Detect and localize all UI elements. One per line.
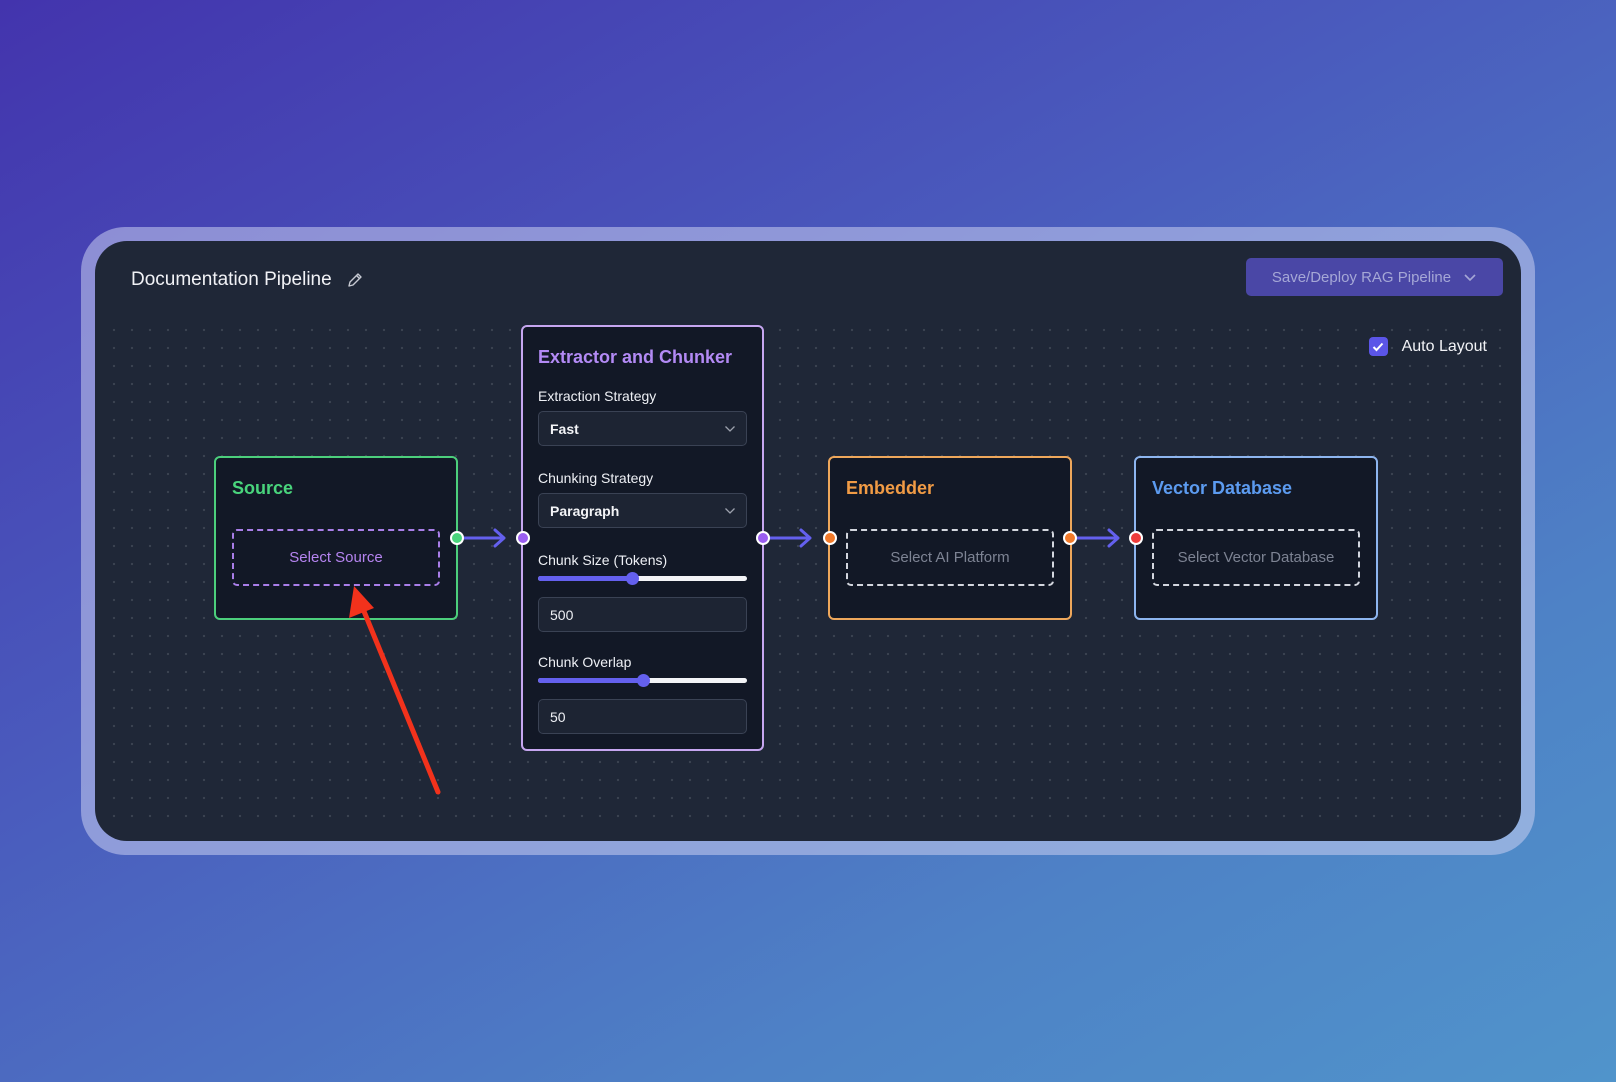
checkmark-icon [1372, 342, 1384, 351]
chunk-size-input[interactable]: 500 [538, 597, 747, 632]
select-source-button[interactable]: Select Source [232, 529, 440, 586]
pipeline-title-text: Documentation Pipeline [131, 269, 332, 290]
chunk-size-slider[interactable] [538, 571, 747, 587]
select-ai-platform-button[interactable]: Select AI Platform [846, 529, 1054, 586]
auto-layout-label: Auto Layout [1401, 337, 1487, 355]
chevron-down-icon [725, 507, 735, 514]
slider-knob[interactable] [636, 674, 650, 687]
save-deploy-label: Save/Deploy RAG Pipeline [1271, 268, 1452, 286]
embedder-output-handle[interactable] [1063, 531, 1077, 545]
slider-knob[interactable] [626, 572, 640, 585]
extractor-output-handle[interactable] [756, 531, 770, 545]
embedder-node-title: Embedder [846, 478, 935, 498]
select-vector-database-button[interactable]: Select Vector Database [1152, 529, 1360, 586]
embedder-node[interactable]: Embedder Select AI Platform [828, 456, 1072, 620]
source-node-title: Source [232, 478, 294, 498]
extractor-node-title: Extractor and Chunker [538, 347, 733, 367]
pipeline-canvas: Documentation Pipeline Save/Deploy RAG P… [95, 241, 1521, 841]
slider-fill [538, 678, 643, 683]
pencil-icon[interactable] [346, 271, 364, 289]
extraction-strategy-value: Fast [550, 420, 579, 437]
chunking-strategy-value: Paragraph [550, 502, 620, 519]
auto-layout-checkbox[interactable] [1368, 337, 1388, 356]
extractor-node[interactable]: Extractor and Chunker Extraction Strateg… [521, 325, 764, 751]
embedder-input-handle[interactable] [823, 531, 837, 545]
source-node[interactable]: Source Select Source [214, 456, 458, 620]
slider-fill [538, 576, 633, 581]
chunk-overlap-slider[interactable] [538, 673, 747, 689]
chunking-strategy-select[interactable]: Paragraph [538, 493, 747, 528]
chevron-down-icon [1464, 274, 1476, 282]
auto-layout-toggle[interactable]: Auto Layout [1368, 337, 1487, 356]
pipeline-title[interactable]: Documentation Pipeline [131, 269, 364, 291]
chunk-size-label: Chunk Size (Tokens) [538, 552, 668, 568]
chunk-overlap-label: Chunk Overlap [538, 654, 632, 670]
vector-database-node[interactable]: Vector Database Select Vector Database [1134, 456, 1378, 620]
vector-database-node-title: Vector Database [1152, 478, 1293, 498]
vector-database-input-handle[interactable] [1129, 531, 1143, 545]
chevron-down-icon [725, 425, 735, 432]
chunking-strategy-label: Chunking Strategy [538, 470, 654, 486]
extraction-strategy-select[interactable]: Fast [538, 411, 747, 446]
extractor-input-handle[interactable] [516, 531, 530, 545]
chunk-overlap-input[interactable]: 50 [538, 699, 747, 734]
save-deploy-button[interactable]: Save/Deploy RAG Pipeline [1246, 258, 1503, 296]
source-output-handle[interactable] [450, 531, 464, 545]
extraction-strategy-label: Extraction Strategy [538, 388, 657, 404]
